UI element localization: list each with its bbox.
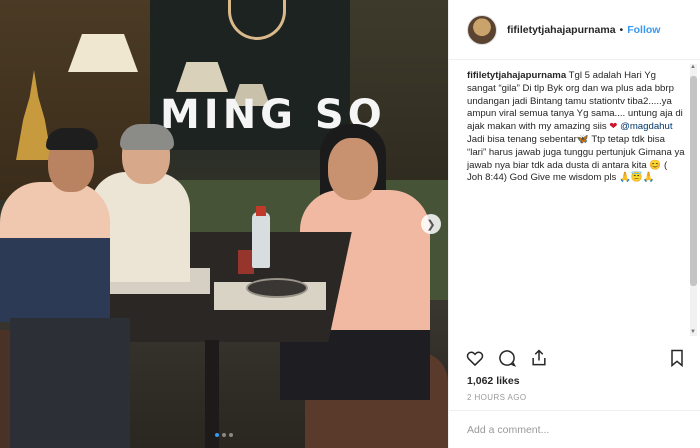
comment-icon[interactable] — [497, 348, 517, 368]
person-legs — [10, 318, 130, 448]
scroll-up-arrow-icon[interactable]: ▲ — [690, 64, 696, 70]
carousel-dots — [215, 433, 233, 437]
heart-icon[interactable] — [465, 348, 485, 368]
next-photo-button[interactable]: ❯ — [421, 214, 441, 234]
plate — [246, 278, 308, 298]
water-bottle — [252, 212, 270, 268]
action-bar — [465, 346, 687, 370]
caption-username[interactable]: fifiletytjahajapurnama — [467, 70, 566, 81]
comment-box — [449, 410, 700, 448]
table-leg — [205, 340, 219, 448]
bottle-cap — [256, 206, 266, 216]
post-side-panel: fifiletytjahajapurnama • Follow fifilety… — [448, 0, 700, 448]
caption: fifiletytjahajapurnama Tgl 5 adalah Hari… — [467, 70, 685, 185]
carousel-dot — [229, 433, 233, 437]
person-hair — [120, 124, 174, 150]
post-photo[interactable]: MING SO ❯ — [0, 0, 448, 448]
smile-emoji: 😊 — [649, 159, 662, 171]
mention-link[interactable]: @magdahut — [620, 121, 672, 132]
separator-dot: • — [619, 23, 624, 36]
butterfly-emoji: 🦋 — [576, 133, 589, 145]
heart-emoji: ❤ — [609, 121, 618, 133]
post-header: fifiletytjahajapurnama • Follow — [449, 0, 700, 60]
baseball-cap — [46, 128, 98, 150]
likes-count[interactable]: 1,062 likes — [467, 375, 520, 387]
scrollbar-thumb[interactable] — [690, 76, 697, 286]
share-icon[interactable] — [529, 348, 549, 368]
chevron-right-icon: ❯ — [426, 218, 436, 231]
add-comment-input[interactable] — [467, 423, 677, 436]
pray-emojis: 🙏😇🙏 — [618, 172, 655, 184]
carousel-dot — [222, 433, 226, 437]
header-username[interactable]: fifiletytjahajapurnama — [507, 24, 616, 36]
bookmark-icon[interactable] — [667, 348, 687, 368]
caption-text: Jadi bisa tenang sebentar — [467, 133, 577, 145]
comments-area: fifiletytjahajapurnama Tgl 5 adalah Hari… — [449, 60, 700, 340]
carousel-dot — [215, 433, 219, 437]
follow-button[interactable]: Follow — [627, 24, 660, 36]
person-face — [328, 138, 378, 200]
person-left — [0, 182, 110, 322]
post-timestamp[interactable]: 2 HOURS AGO — [467, 393, 527, 402]
scroll-down-arrow-icon[interactable]: ▼ — [690, 329, 696, 335]
avatar[interactable] — [467, 14, 497, 45]
